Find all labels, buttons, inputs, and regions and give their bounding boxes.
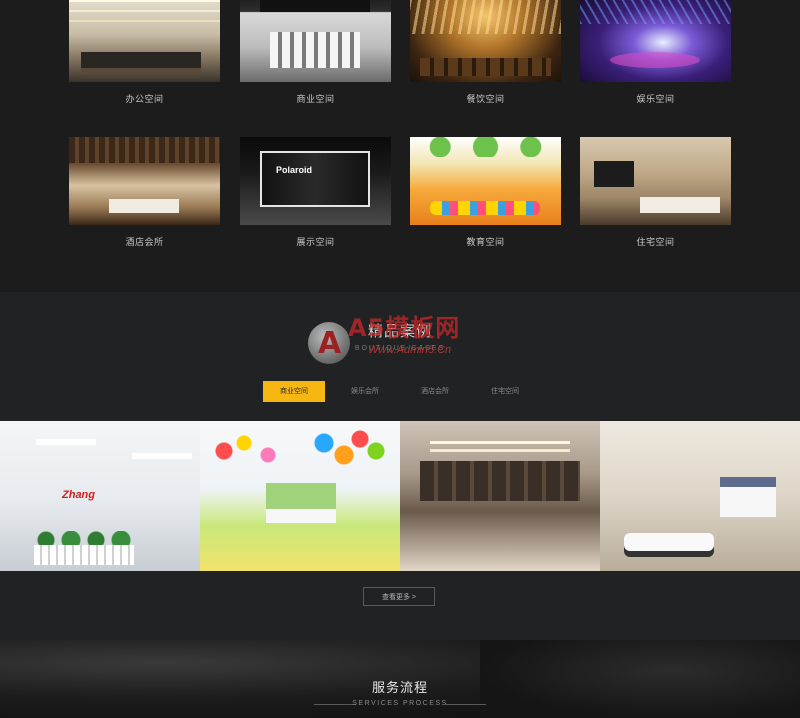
category-label[interactable]: 商业空间 bbox=[240, 92, 391, 105]
section-title: 精品案例 bbox=[367, 323, 432, 340]
hotel-club-image[interactable] bbox=[69, 137, 220, 225]
tab-hotel[interactable]: 酒店会所 bbox=[409, 381, 461, 402]
exhibition-space-image[interactable] bbox=[240, 137, 391, 225]
case-gallery: Zhang MoSn bbox=[0, 421, 800, 571]
category-label[interactable]: 教育空间 bbox=[410, 235, 561, 248]
commercial-space-image[interactable] bbox=[240, 0, 391, 82]
category-card-commercial[interactable]: 商业空间 bbox=[240, 0, 391, 105]
process-title: 服务流程 bbox=[371, 680, 428, 695]
dining-space-image[interactable] bbox=[410, 0, 561, 82]
company-logo-text: MoSn bbox=[288, 499, 313, 509]
category-label[interactable]: 娱乐空间 bbox=[580, 92, 731, 105]
process-subtitle: SERVICES PROCESS bbox=[352, 700, 448, 707]
category-label[interactable]: 餐饮空间 bbox=[410, 92, 561, 105]
tab-residential[interactable]: 住宅空间 bbox=[479, 381, 531, 402]
category-card-residential[interactable]: 住宅空间 bbox=[580, 137, 731, 248]
plants-decoration bbox=[36, 531, 136, 549]
cases-section: 精品案例 BOUTIQUE CASES A5模板网 Www.Admin5.Cn … bbox=[0, 292, 800, 640]
company-logo-text: Zhang bbox=[62, 489, 95, 501]
category-label[interactable]: 展示空间 bbox=[240, 235, 391, 248]
office-space-image[interactable] bbox=[69, 0, 220, 82]
case-image-kids-reception[interactable]: MoSn bbox=[200, 421, 400, 571]
category-card-education[interactable]: 教育空间 bbox=[410, 137, 561, 248]
case-image-reception[interactable] bbox=[600, 421, 800, 571]
cases-heading: 精品案例 BOUTIQUE CASES bbox=[0, 320, 800, 352]
service-process-banner: 服务流程 SERVICES PROCESS bbox=[0, 640, 800, 718]
view-more-button[interactable]: 查看更多 > bbox=[363, 587, 435, 606]
category-label[interactable]: 酒店会所 bbox=[69, 235, 220, 248]
entertainment-space-image[interactable] bbox=[580, 0, 731, 82]
category-card-entertainment[interactable]: 娱乐空间 bbox=[580, 0, 731, 105]
category-label[interactable]: 住宅空间 bbox=[580, 235, 731, 248]
category-grid: 办公空间 商业空间 餐饮空间 娱乐空间 酒店会所 展示空间 教育空间 住宅空间 bbox=[0, 0, 800, 292]
case-image-lobby[interactable] bbox=[400, 421, 600, 571]
category-card-exhibition[interactable]: 展示空间 bbox=[240, 137, 391, 248]
section-subtitle: BOUTIQUE CASES bbox=[354, 345, 446, 352]
category-label[interactable]: 办公空间 bbox=[69, 92, 220, 105]
education-space-image[interactable] bbox=[410, 137, 561, 225]
tab-entertainment[interactable]: 娱乐会所 bbox=[339, 381, 391, 402]
case-image-office[interactable]: Zhang bbox=[0, 421, 200, 571]
category-card-office[interactable]: 办公空间 bbox=[69, 0, 220, 105]
residential-space-image[interactable] bbox=[580, 137, 731, 225]
category-card-dining[interactable]: 餐饮空间 bbox=[410, 0, 561, 105]
tab-commercial[interactable]: 商业空间 bbox=[263, 381, 325, 402]
category-card-hotel[interactable]: 酒店会所 bbox=[69, 137, 220, 248]
divider-line-right bbox=[444, 704, 486, 705]
